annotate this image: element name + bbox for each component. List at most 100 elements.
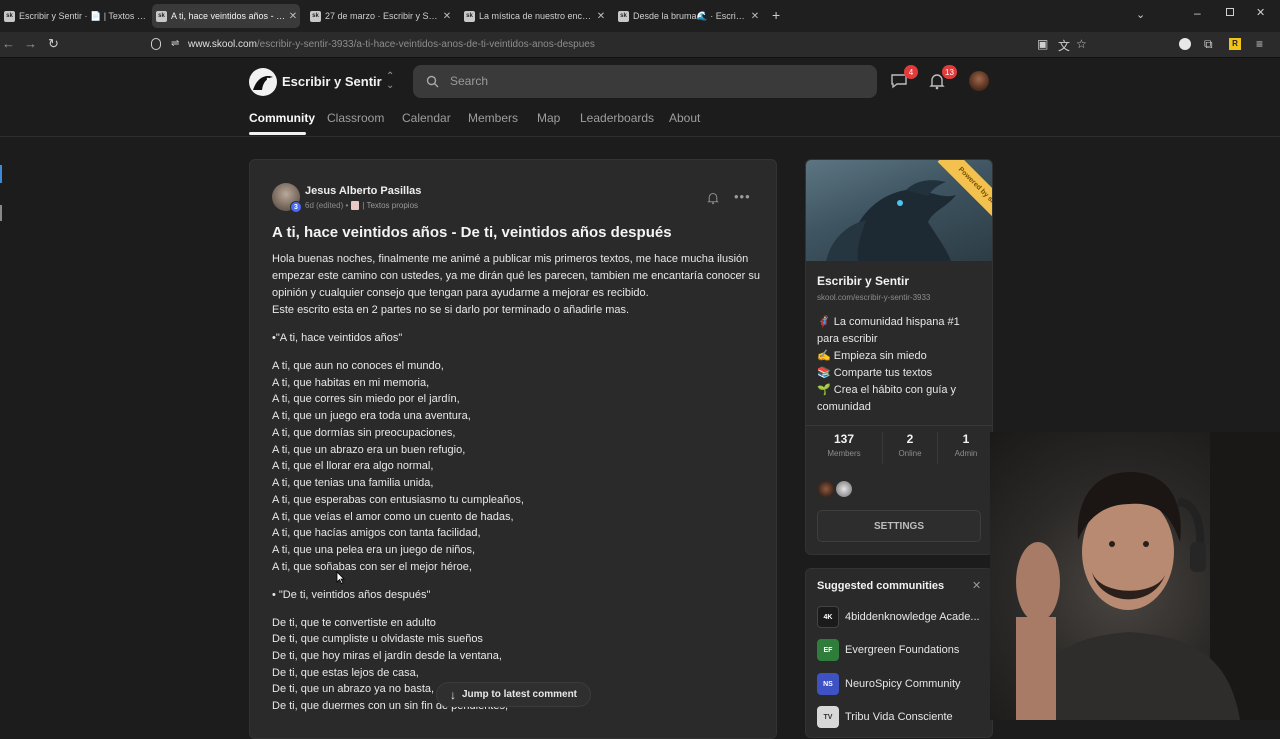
close-tab-icon[interactable]: ✕ bbox=[286, 11, 300, 22]
follow-post-bell-button[interactable] bbox=[707, 191, 719, 210]
settings-button[interactable]: SETTINGS bbox=[817, 510, 981, 542]
poem-line: De ti, que estas lejos de casa, bbox=[272, 667, 419, 679]
community-description: 🦸 La comunidad hispana #1 para escribir … bbox=[817, 314, 960, 416]
tab-title: Desde la bruma🌊 · Escribir y Sentir bbox=[633, 10, 748, 21]
skool-favicon-icon: sk bbox=[4, 10, 15, 22]
stat-online[interactable]: 2 Online bbox=[883, 432, 937, 464]
close-tab-icon[interactable]: ✕ bbox=[440, 11, 454, 22]
post-card: 3 Jesus Alberto Pasillas 6d (edited) • |… bbox=[249, 159, 777, 739]
member-avatar[interactable] bbox=[836, 481, 852, 497]
suggested-community-item[interactable]: NS NeuroSpicy Community bbox=[817, 673, 961, 695]
skool-favicon-icon: sk bbox=[310, 10, 321, 22]
search-input[interactable] bbox=[450, 73, 850, 89]
crow-logo-icon bbox=[253, 76, 273, 90]
tab-classroom[interactable]: Classroom bbox=[327, 111, 384, 125]
bookmark-star-icon[interactable]: ☆ bbox=[1076, 37, 1087, 51]
tab-about[interactable]: About bbox=[669, 111, 700, 125]
suggested-community-item[interactable]: EF Evergreen Foundations bbox=[817, 639, 959, 661]
post-author-name[interactable]: Jesus Alberto Pasillas bbox=[305, 185, 421, 197]
poem-line: A ti, que tenias una familia unida, bbox=[272, 477, 434, 489]
close-suggestions-icon[interactable]: ✕ bbox=[972, 579, 981, 592]
community-logo[interactable] bbox=[249, 68, 277, 96]
divider bbox=[806, 425, 992, 426]
url-field[interactable]: www.skool.com/escribir-y-sentir-3933/a-t… bbox=[188, 39, 595, 50]
post-intro-line: opinión y cualquier consejo que tengan p… bbox=[272, 287, 649, 299]
poem-line: De ti, que un abrazo ya no basta, bbox=[272, 683, 435, 695]
poem-line: De ti, que cumpliste u olvidaste mis sue… bbox=[272, 633, 483, 645]
extension-icon[interactable] bbox=[1179, 38, 1191, 50]
poem-line: De ti, que hoy miras el jardín desde la … bbox=[272, 650, 502, 662]
post-more-options-icon[interactable]: ••• bbox=[734, 189, 751, 204]
suggested-community-item[interactable]: TV Tribu Vida Consciente bbox=[817, 706, 953, 728]
browser-tab[interactable]: sk Escribir y Sentir · 📄 | Textos propio… bbox=[0, 4, 148, 28]
browser-tab[interactable]: sk La mística de nuestro encuentro ✕ bbox=[460, 4, 608, 28]
tab-calendar[interactable]: Calendar bbox=[402, 111, 451, 125]
close-tab-icon[interactable]: ✕ bbox=[748, 11, 762, 22]
description-line: 🦸 La comunidad hispana #1 bbox=[817, 316, 960, 328]
new-tab-button[interactable]: + bbox=[772, 7, 780, 23]
poem-line: De ti, que te convertiste en adulto bbox=[272, 617, 436, 629]
page-settings-icon[interactable]: ⇌ bbox=[171, 38, 179, 49]
maximize-window-icon[interactable] bbox=[1226, 8, 1234, 16]
browser-tab-active[interactable]: sk A ti, hace veintidos años - De ti, ve… bbox=[152, 4, 300, 28]
site-info-icon[interactable] bbox=[151, 38, 161, 50]
poem-line: A ti, que habitas en mi memoria, bbox=[272, 377, 430, 389]
tab-list-chevron-icon[interactable]: ⌄ bbox=[1136, 8, 1145, 21]
poem-line: A ti, que soñabas con ser el mejor héroe… bbox=[272, 561, 472, 573]
back-arrow-icon[interactable]: ← bbox=[2, 36, 15, 51]
tab-title: Escribir y Sentir · 📄 | Textos propios bbox=[19, 10, 148, 21]
poem-line: A ti, que hacías amigos con tanta facili… bbox=[272, 527, 481, 539]
left-edge-marker bbox=[0, 165, 2, 183]
mouse-cursor-icon bbox=[336, 571, 345, 584]
browser-tab-bar: sk Escribir y Sentir · 📄 | Textos propio… bbox=[0, 0, 1280, 32]
community-stats: 137 Members 2 Online 1 Admin bbox=[806, 432, 992, 464]
poem-line: A ti, que corres sin miedo por el jardín… bbox=[272, 393, 460, 405]
minimize-window-icon[interactable]: – bbox=[1194, 6, 1201, 20]
bell-icon bbox=[707, 192, 719, 205]
search-bar[interactable] bbox=[413, 65, 877, 98]
reader-view-icon[interactable]: ▣ bbox=[1037, 37, 1048, 51]
community-name[interactable]: Escribir y Sentir bbox=[282, 74, 382, 89]
tab-map[interactable]: Map bbox=[537, 111, 560, 125]
switch-community-chevron-icon[interactable]: ⌃ ⌄ bbox=[386, 72, 394, 91]
forward-arrow-icon[interactable]: → bbox=[24, 36, 37, 51]
poem-line: A ti, que un juego era toda una aventura… bbox=[272, 410, 471, 422]
community-url[interactable]: skool.com/escribir-y-sentir-3933 bbox=[817, 293, 930, 302]
tab-members[interactable]: Members bbox=[468, 111, 518, 125]
stat-admin[interactable]: 1 Admin bbox=[938, 432, 992, 464]
skool-page: Escribir y Sentir ⌃⌄ 4 13 Community Clas… bbox=[0, 58, 1280, 739]
post-intro-line: empezar este camino con ustedes, ya me d… bbox=[272, 270, 760, 282]
poem-line: A ti, que un abrazo era un buen refugio, bbox=[272, 444, 466, 456]
reload-icon[interactable]: ↻ bbox=[48, 36, 59, 52]
skool-favicon-icon: sk bbox=[156, 10, 167, 22]
browser-menu-icon[interactable]: ≡ bbox=[1256, 37, 1263, 51]
post-title: A ti, hace veintidos años - De ti, veint… bbox=[272, 224, 672, 241]
chat-count-badge: 4 bbox=[904, 65, 918, 79]
header-divider bbox=[0, 136, 1280, 137]
close-tab-icon[interactable]: ✕ bbox=[594, 11, 608, 22]
member-avatar[interactable] bbox=[818, 481, 834, 497]
stat-members[interactable]: 137 Members bbox=[806, 432, 882, 464]
community-icon: TV bbox=[817, 706, 839, 728]
extension-r-icon[interactable]: R bbox=[1229, 38, 1241, 50]
tab-community[interactable]: Community bbox=[249, 111, 315, 125]
extensions-puzzle-icon[interactable]: ⧉ bbox=[1204, 37, 1213, 52]
browser-tab[interactable]: sk Desde la bruma🌊 · Escribir y Sentir ✕ bbox=[614, 4, 762, 28]
description-line: para escribir bbox=[817, 333, 878, 345]
translate-icon[interactable]: 文 bbox=[1058, 37, 1070, 54]
close-window-icon[interactable]: ✕ bbox=[1256, 6, 1265, 19]
description-line: ✍️ Empieza sin miedo bbox=[817, 350, 927, 362]
tab-leaderboards[interactable]: Leaderboards bbox=[580, 111, 654, 125]
jump-to-latest-comment-button[interactable]: ↓ Jump to latest comment bbox=[436, 682, 591, 707]
skool-favicon-icon: sk bbox=[618, 10, 629, 22]
address-bar: ← → ↻ ⇌ www.skool.com/escribir-y-sentir-… bbox=[0, 32, 1280, 58]
suggested-community-item[interactable]: 4K 4biddenknowledge Acade... bbox=[817, 606, 980, 628]
browser-tab[interactable]: sk 27 de marzo · Escribir y Sentir ✕ bbox=[306, 4, 454, 28]
user-avatar[interactable] bbox=[969, 71, 989, 91]
document-emoji-icon bbox=[351, 201, 360, 210]
suggested-communities-card: Suggested communities ✕ 4K 4biddenknowle… bbox=[805, 568, 993, 738]
suggested-title: Suggested communities bbox=[817, 580, 945, 592]
post-category[interactable]: | Textos propios bbox=[362, 201, 418, 210]
tab-title: A ti, hace veintidos años - De ti, veint… bbox=[171, 11, 286, 21]
community-about-card: Powered by skool Escribir y Sentir skool… bbox=[805, 159, 993, 555]
